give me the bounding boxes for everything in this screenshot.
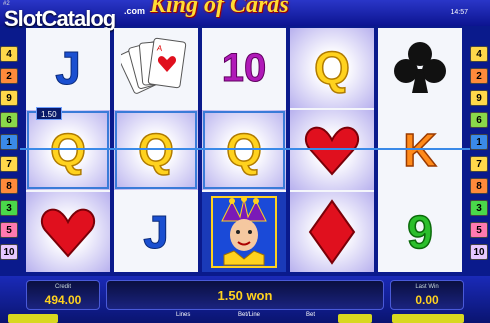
last-win-label: Last Win [415, 284, 439, 290]
reel-cell: Q [114, 110, 198, 190]
reel-4: Q [290, 28, 374, 272]
payline-indicator-1[interactable]: 1 [0, 134, 18, 150]
symbol-q: Q [49, 124, 86, 176]
payline-indicator-9[interactable]: 9 [0, 90, 18, 106]
reel-cell [202, 192, 286, 272]
reel-cell: A [114, 28, 198, 108]
reel-cell: 10 [202, 28, 286, 108]
win-message: 1.50 won [106, 280, 384, 310]
heart-icon [304, 126, 360, 176]
symbol-q: Q [225, 124, 262, 176]
payline-indicator-5[interactable]: 5 [0, 222, 18, 238]
right-control-button[interactable] [338, 314, 372, 323]
last-win-panel: Last Win 0.00 [390, 280, 464, 310]
bet-label: Bet [306, 312, 316, 318]
payline-indicator-2[interactable]: 2 [0, 68, 18, 84]
start-button[interactable] [392, 314, 464, 323]
payline-indicator-4[interactable]: 4 [0, 46, 18, 62]
symbol-10: 10 [221, 46, 267, 90]
payline-indicator-1[interactable]: 1 [470, 134, 488, 150]
reel-cell [290, 110, 374, 190]
left-control-button[interactable] [8, 314, 58, 323]
symbol-q: Q [313, 42, 350, 94]
symbol-9: 9 [406, 206, 433, 258]
payline-indicator-3[interactable]: 3 [0, 200, 18, 216]
clock: 14:57 [450, 9, 468, 16]
credit-panel: Credit 494.00 [26, 280, 100, 310]
payline-indicator-2[interactable]: 2 [470, 68, 488, 84]
paylines-left: 4 2 9 6 1 7 8 3 5 10 [0, 46, 20, 266]
payline-indicator-8[interactable]: 8 [470, 178, 488, 194]
reel-1: J Q [26, 28, 110, 272]
bottom-bar: Credit 494.00 1.50 won Last Win 0.00 Lin… [0, 276, 490, 323]
reel-cell: Q [202, 110, 286, 190]
card-fan-icon: A [121, 37, 187, 94]
reel-cell [290, 192, 374, 272]
reel-cell: J [26, 28, 110, 108]
credit-value: 494.00 [44, 293, 82, 307]
reel-cell: Q [26, 110, 110, 190]
reel-cell [26, 192, 110, 272]
payline-indicator-5[interactable]: 5 [470, 222, 488, 238]
payline-indicator-3[interactable]: 3 [470, 200, 488, 216]
club-icon [394, 42, 446, 93]
symbol-j: J [143, 206, 170, 258]
lines-label: Lines [176, 312, 191, 318]
reel-5: K 9 [378, 28, 462, 272]
reel-3: 10 Q [202, 28, 286, 272]
reel-cell: K [378, 110, 462, 190]
payline-indicator-4[interactable]: 4 [470, 46, 488, 62]
symbol-q: Q [137, 124, 174, 176]
reel-cell: J [114, 192, 198, 272]
diamond-icon [308, 199, 356, 265]
payline-indicator-7[interactable]: 7 [0, 156, 18, 172]
symbol-k: K [403, 124, 438, 176]
payline-indicator-9[interactable]: 9 [470, 90, 488, 106]
brand-suffix: .com [124, 6, 146, 16]
winning-payline [20, 148, 470, 150]
line-win-tag: 1.50 [36, 107, 62, 120]
credit-label: Credit [54, 284, 71, 290]
reels-area: J Q A Q J 10 Q Q K 9 [26, 28, 464, 272]
payline-indicator-10[interactable]: 10 [470, 244, 488, 260]
reel-2: A Q J [114, 28, 198, 272]
heart-icon [40, 208, 96, 258]
payline-indicator-8[interactable]: 8 [0, 178, 18, 194]
reel-cell: Q [290, 28, 374, 108]
reel-cell: 9 [378, 192, 462, 272]
game-title: King of Cards [150, 0, 289, 18]
payline-indicator-7[interactable]: 7 [470, 156, 488, 172]
payline-indicator-6[interactable]: 6 [470, 112, 488, 128]
paylines-right: 4 2 9 6 1 7 8 3 5 10 [470, 46, 490, 266]
joker-icon [211, 196, 277, 268]
payline-indicator-10[interactable]: 10 [0, 244, 18, 260]
betline-label: Bet/Line [238, 312, 261, 318]
reel-cell [378, 28, 462, 108]
top-bar: #2 SlotCatalog .com King of Cards 14:57 [0, 0, 490, 31]
symbol-j: J [55, 42, 82, 94]
last-win-value: 0.00 [415, 293, 439, 307]
payline-indicator-6[interactable]: 6 [0, 112, 18, 128]
